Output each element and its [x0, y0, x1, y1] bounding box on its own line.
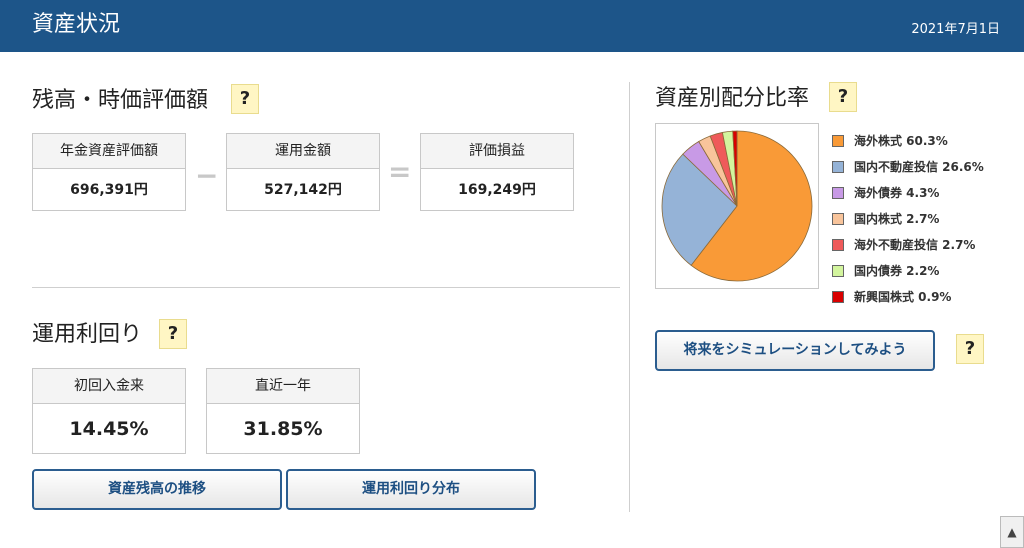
yield-help-button[interactable]: ?	[159, 319, 187, 349]
minus-operator: −	[195, 159, 219, 192]
yield-last-year-box: 直近一年 31.85%	[206, 368, 360, 454]
legend-label: 国内債券 2.2%	[854, 264, 940, 278]
unrealized-gain-label: 評価損益	[421, 134, 573, 169]
legend-label: 海外不動産投信 2.7%	[854, 238, 976, 252]
yield-section-title: 運用利回り	[32, 322, 143, 347]
simulate-help-button[interactable]: ?	[956, 334, 984, 364]
yield-last-year-label: 直近一年	[207, 369, 359, 404]
legend-item: 海外債券 4.3%	[832, 180, 984, 206]
legend-swatch	[832, 187, 844, 199]
pension-asset-value: 696,391円	[70, 182, 148, 198]
invested-amount-value: 527,142円	[264, 182, 342, 198]
balance-history-button[interactable]: 資産残高の推移	[32, 469, 282, 510]
yield-distribution-button[interactable]: 運用利回り分布	[286, 469, 536, 510]
legend-label: 海外株式 60.3%	[854, 134, 948, 148]
allocation-section-title: 資産別配分比率	[655, 86, 810, 111]
legend-item: 国内株式 2.7%	[832, 206, 984, 232]
scroll-up-button[interactable]: ▲	[1000, 516, 1024, 548]
legend-swatch	[832, 265, 844, 277]
legend-item: 国内債券 2.2%	[832, 258, 984, 284]
legend-label: 国内不動産投信 26.6%	[854, 160, 984, 174]
legend-swatch	[832, 161, 844, 173]
pension-asset-value-box: 年金資産評価額 696,391円	[32, 133, 186, 211]
allocation-legend: 海外株式 60.3% 国内不動産投信 26.6% 海外債券 4.3% 国内株式 2.7…	[832, 128, 984, 310]
legend-item: 新興国株式 0.9%	[832, 284, 984, 310]
section-divider	[32, 287, 620, 288]
balance-help-button[interactable]: ?	[231, 84, 259, 114]
invested-amount-box: 運用金額 527,142円	[226, 133, 380, 211]
legend-swatch	[832, 213, 844, 225]
yield-since-first-deposit-box: 初回入金来 14.45%	[32, 368, 186, 454]
yield-since-first-deposit-value: 14.45%	[69, 418, 149, 440]
legend-swatch	[832, 135, 844, 147]
pie-svg	[661, 130, 813, 282]
allocation-help-button[interactable]: ?	[829, 82, 857, 112]
column-divider	[629, 82, 630, 512]
report-date: 2021年7月1日	[911, 22, 1000, 37]
invested-amount-label: 運用金額	[227, 134, 379, 169]
pension-asset-value-label: 年金資産評価額	[33, 134, 185, 169]
legend-item: 海外株式 60.3%	[832, 128, 984, 154]
legend-swatch	[832, 239, 844, 251]
balance-section-title: 残高・時価評価額	[32, 88, 209, 113]
legend-item: 海外不動産投信 2.7%	[832, 232, 984, 258]
legend-swatch	[832, 291, 844, 303]
allocation-pie-chart	[655, 123, 819, 289]
legend-item: 国内不動産投信 26.6%	[832, 154, 984, 180]
legend-label: 新興国株式 0.9%	[854, 290, 952, 304]
page-header: 資産状況 2021年7月1日	[0, 0, 1024, 52]
equals-operator: =	[388, 155, 412, 188]
page-title: 資産状況	[32, 12, 121, 37]
legend-label: 国内株式 2.7%	[854, 212, 940, 226]
simulate-future-button[interactable]: 将来をシミュレーションしてみよう	[655, 330, 935, 371]
legend-label: 海外債券 4.3%	[854, 186, 940, 200]
unrealized-gain-box: 評価損益 169,249円	[420, 133, 574, 211]
unrealized-gain-value: 169,249円	[458, 182, 536, 198]
yield-since-first-deposit-label: 初回入金来	[33, 369, 185, 404]
yield-last-year-value: 31.85%	[243, 418, 323, 440]
